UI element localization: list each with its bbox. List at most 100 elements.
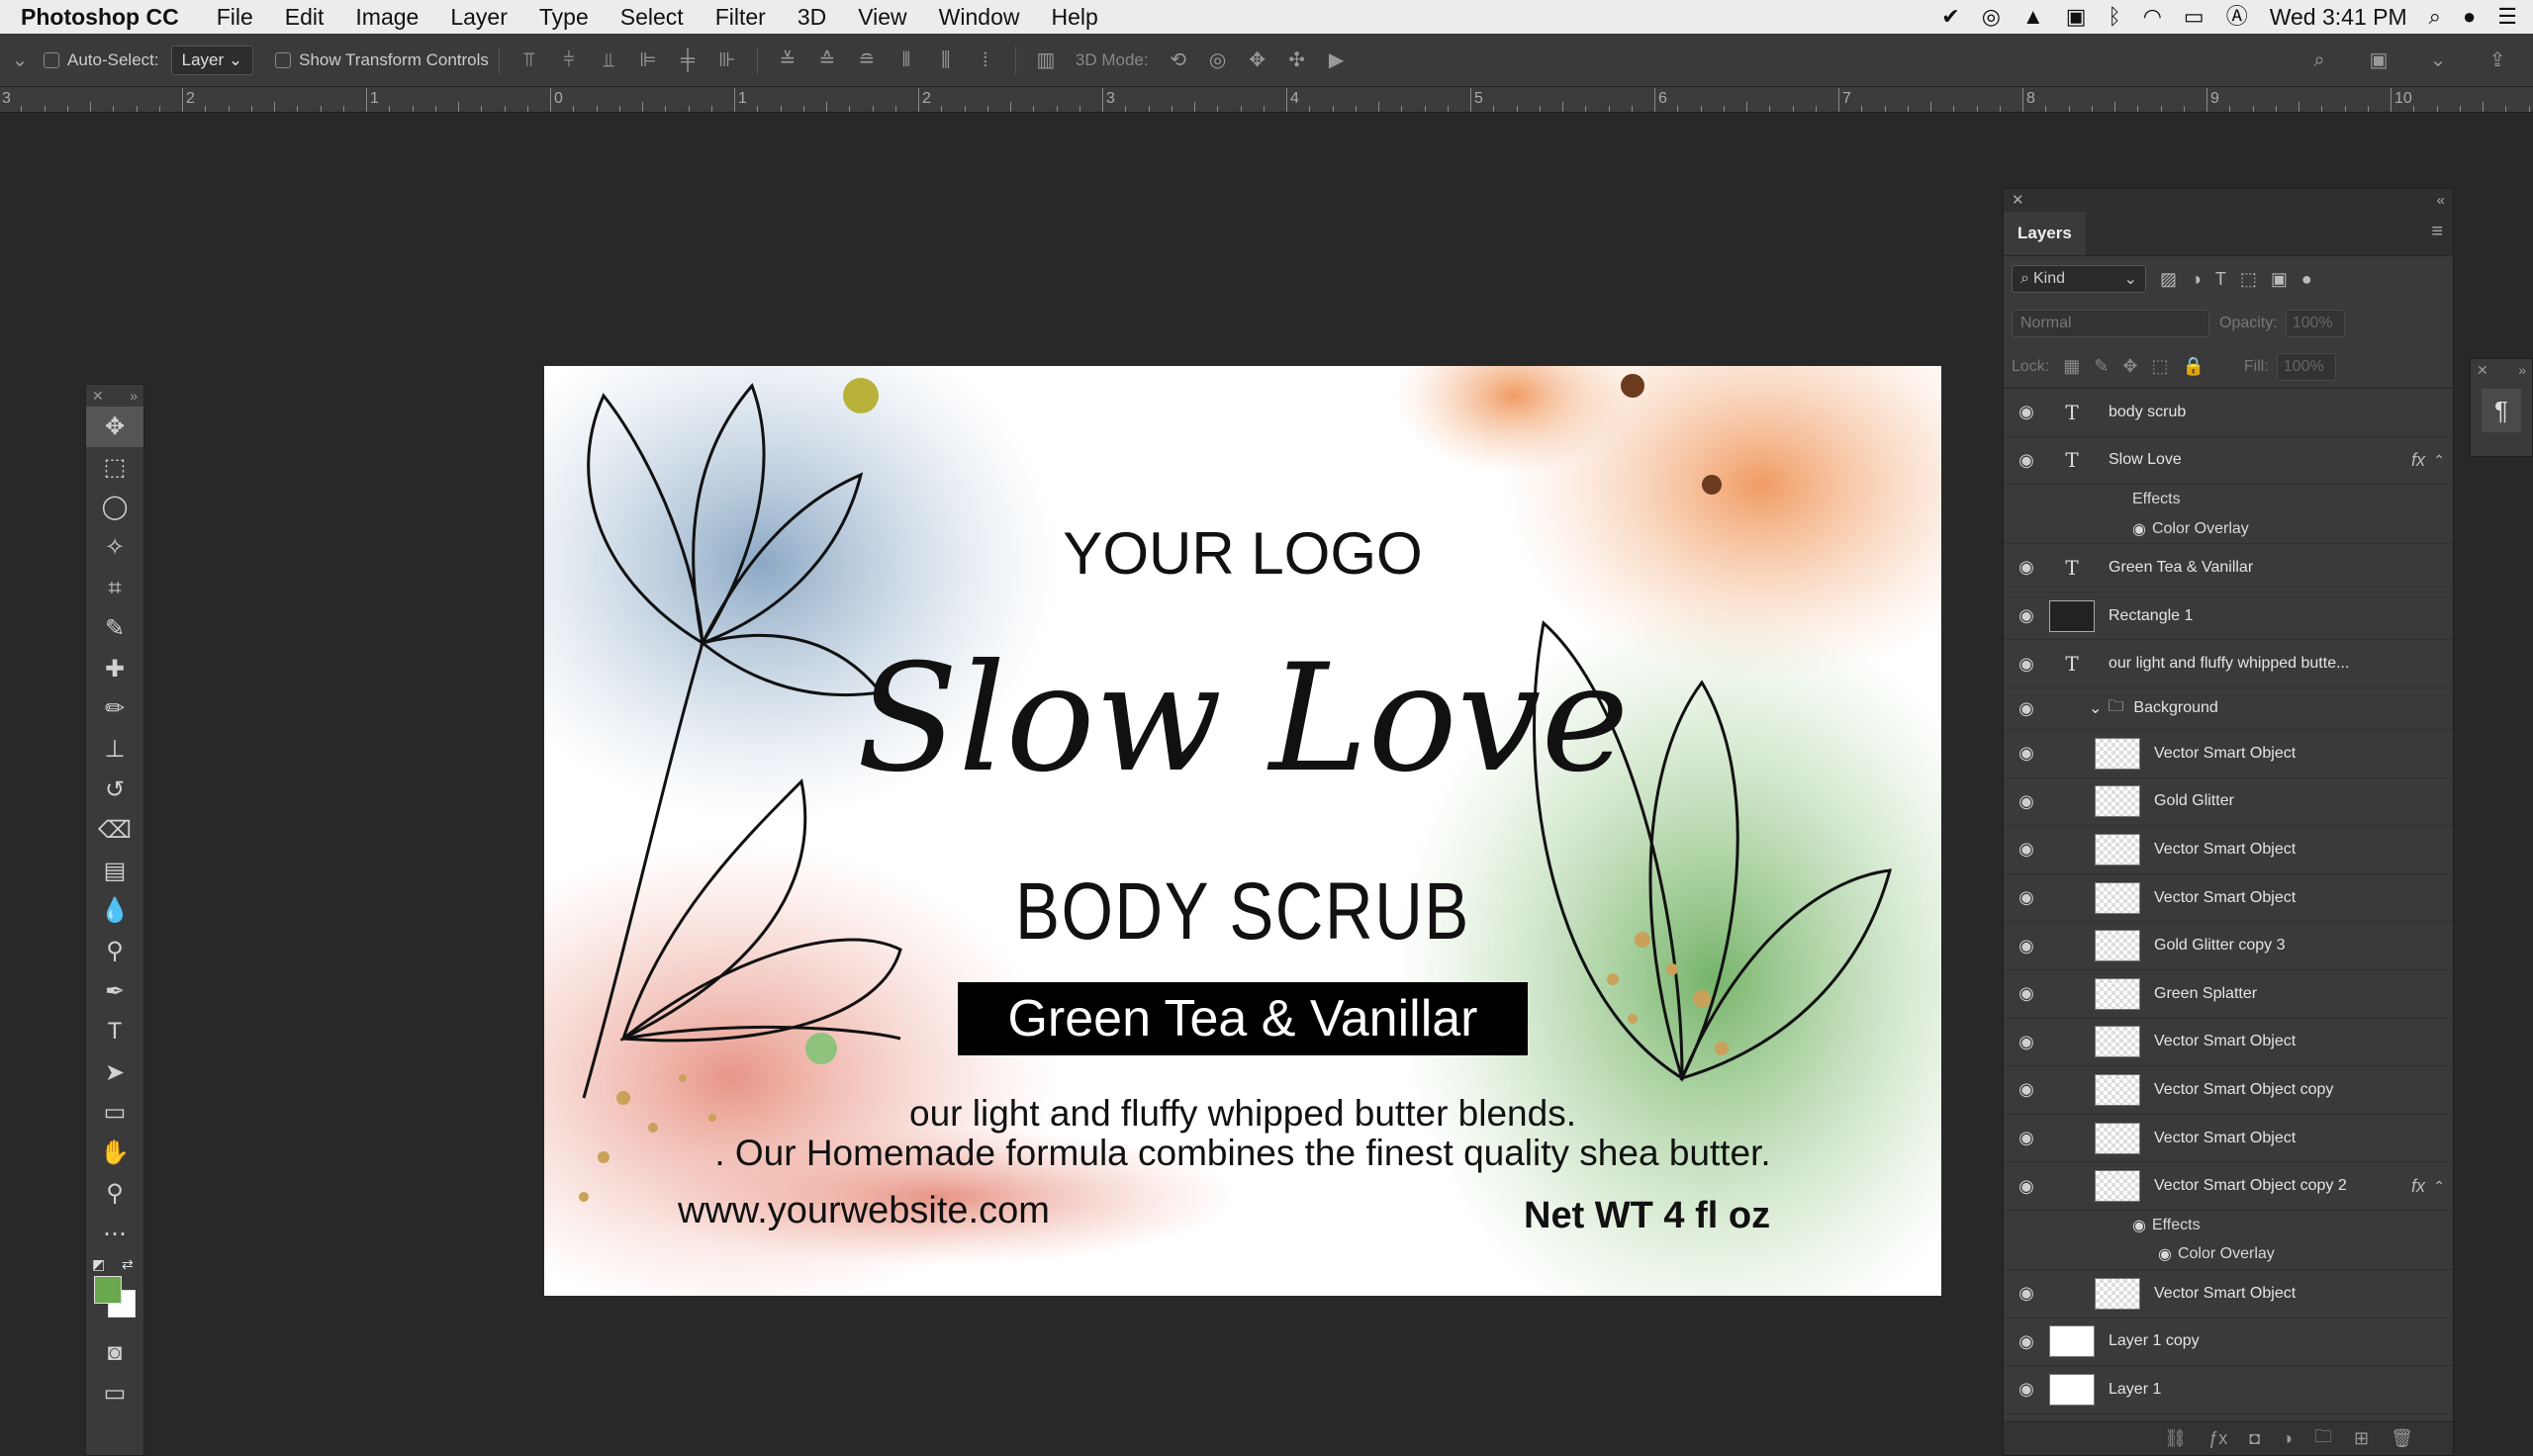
- 3d-orbit-icon[interactable]: ⟲: [1167, 48, 1190, 72]
- close-icon[interactable]: ✕: [2012, 191, 2024, 209]
- healing-brush-tool-icon[interactable]: ✚: [86, 649, 143, 689]
- distribute-vcenter-icon[interactable]: ≙: [815, 48, 839, 72]
- filter-smart-object-icon[interactable]: ▣: [2271, 269, 2288, 290]
- visibility-eye-icon[interactable]: ◉: [2004, 1331, 2049, 1352]
- visibility-eye-icon[interactable]: ◉: [2004, 1176, 2049, 1197]
- spotlight-search-icon[interactable]: ⌕: [2429, 0, 2441, 34]
- quick-mask-icon[interactable]: ◙: [86, 1333, 143, 1374]
- filter-shape-icon[interactable]: ⬚: [2240, 269, 2257, 290]
- marquee-tool-icon[interactable]: ⬚: [86, 447, 143, 488]
- visibility-eye-icon[interactable]: ◉: [2004, 1128, 2049, 1148]
- app-name-menu[interactable]: Photoshop CC: [10, 4, 201, 31]
- layer-row[interactable]: ◉ Layer 1: [2004, 1366, 2453, 1414]
- visibility-eye-icon[interactable]: ◉: [2004, 450, 2049, 471]
- menu-layer[interactable]: Layer: [434, 4, 523, 31]
- screen-mode-icon[interactable]: ▭: [86, 1374, 143, 1414]
- align-right-icon[interactable]: ⊪: [715, 48, 739, 72]
- hand-tool-icon[interactable]: ✋: [86, 1133, 143, 1173]
- layer-row[interactable]: ◉ Layer 1 copy: [2004, 1319, 2453, 1367]
- kind-filter-dropdown[interactable]: ⌕ Kind ⌄: [2012, 265, 2146, 293]
- battery-icon[interactable]: ▭: [2184, 0, 2205, 34]
- menu-edit[interactable]: Edit: [269, 4, 340, 31]
- search-icon[interactable]: ⌕: [2307, 48, 2331, 72]
- default-colors-icon[interactable]: ◩: [92, 1256, 105, 1273]
- align-bottom-icon[interactable]: ⫫: [597, 48, 620, 72]
- lock-artboard-icon[interactable]: ⬚: [2151, 356, 2168, 377]
- layer-effects-icon[interactable]: fx: [2411, 1176, 2425, 1197]
- visibility-eye-icon[interactable]: ◉: [2004, 654, 2049, 675]
- 3d-slide-icon[interactable]: ✣: [1285, 48, 1309, 72]
- visibility-eye-icon[interactable]: ◉: [2004, 1079, 2049, 1100]
- expand-icon[interactable]: »: [130, 388, 138, 404]
- history-brush-tool-icon[interactable]: ↺: [86, 770, 143, 810]
- menu-3d[interactable]: 3D: [782, 4, 842, 31]
- visibility-eye-icon[interactable]: ◉: [2004, 698, 2049, 719]
- blend-mode-dropdown[interactable]: Normal: [2012, 310, 2209, 337]
- distribute-top-icon[interactable]: ≚: [776, 48, 799, 72]
- layer-row[interactable]: ◉ Vector Smart Object: [2004, 874, 2453, 923]
- new-layer-icon[interactable]: ⊞: [2354, 1428, 2369, 1449]
- menu-help[interactable]: Help: [1035, 4, 1113, 31]
- dodge-tool-icon[interactable]: ⚲: [86, 931, 143, 971]
- effect-item-row[interactable]: ◉ Color Overlay: [2004, 1240, 2453, 1270]
- rectangle-tool-icon[interactable]: ▭: [86, 1093, 143, 1134]
- paragraph-icon[interactable]: ¶: [2482, 389, 2521, 432]
- layer-row[interactable]: ◉ Vector Smart Object: [2004, 730, 2453, 778]
- 3d-scale-icon[interactable]: ▶: [1325, 48, 1349, 72]
- layer-row[interactable]: ◉ T Green Tea & Vanillar: [2004, 544, 2453, 592]
- layer-row[interactable]: ◉ Rectangle 1: [2004, 592, 2453, 641]
- visibility-eye-icon[interactable]: ◉: [2004, 839, 2049, 860]
- new-adjustment-layer-icon[interactable]: ◑: [2282, 1428, 2293, 1449]
- gradient-tool-icon[interactable]: ▤: [86, 851, 143, 891]
- layer-row[interactable]: ◉ Gold Glitter: [2004, 778, 2453, 827]
- opacity-field[interactable]: 100%: [2285, 310, 2345, 337]
- 3d-pan-icon[interactable]: ✥: [1246, 48, 1269, 72]
- add-layer-style-icon[interactable]: ƒx: [2208, 1428, 2227, 1449]
- notification-center-icon[interactable]: ☰: [2497, 0, 2517, 34]
- layer-row[interactable]: ◉ T body scrub: [2004, 389, 2453, 437]
- pen-tool-icon[interactable]: ✒: [86, 971, 143, 1012]
- align-left-icon[interactable]: ⊫: [636, 48, 660, 72]
- wd-icon[interactable]: ▣: [2066, 0, 2087, 34]
- distribute-bottom-icon[interactable]: ≘: [855, 48, 879, 72]
- lasso-tool-icon[interactable]: ◯: [86, 488, 143, 528]
- layer-row[interactable]: ◉ Vector Smart Object: [2004, 1270, 2453, 1319]
- zoom-tool-icon[interactable]: ⚲: [86, 1173, 143, 1214]
- crop-tool-icon[interactable]: ⌗: [86, 568, 143, 608]
- lock-all-icon[interactable]: 🔒: [2182, 356, 2204, 377]
- document-canvas[interactable]: YOUR LOGO Slow Love BODY SCRUB Green Tea…: [544, 366, 1941, 1296]
- eyedropper-tool-icon[interactable]: ✎: [86, 608, 143, 649]
- collapse-effects-icon[interactable]: ⌃: [2433, 452, 2445, 469]
- share-icon[interactable]: ⇪: [2486, 48, 2509, 72]
- filter-toggle-icon[interactable]: ●: [2301, 269, 2312, 290]
- tool-preset-chevron-icon[interactable]: ⌄: [8, 48, 32, 72]
- visibility-eye-icon[interactable]: ◉: [2004, 791, 2049, 812]
- delete-layer-icon[interactable]: 🗑: [2391, 1428, 2413, 1449]
- effects-row[interactable]: ◉ Effects: [2004, 1211, 2453, 1240]
- lock-position-icon[interactable]: ✥: [2122, 356, 2137, 377]
- visibility-eye-icon[interactable]: ◉: [2004, 887, 2049, 908]
- lock-transparent-icon[interactable]: ▦: [2063, 356, 2080, 377]
- visibility-eye-icon[interactable]: ◉: [2004, 1379, 2049, 1400]
- menu-view[interactable]: View: [842, 4, 922, 31]
- effects-visibility-eye-icon[interactable]: ◉: [2132, 1216, 2146, 1235]
- align-vcenter-icon[interactable]: ⫩: [557, 48, 581, 72]
- collapse-icon[interactable]: «: [2437, 192, 2445, 209]
- more-tools-icon[interactable]: ⋯: [86, 1214, 143, 1254]
- move-tool-icon[interactable]: ✥: [86, 407, 143, 447]
- effect-visibility-eye-icon[interactable]: ◉: [2158, 1244, 2172, 1264]
- swap-colors-icon[interactable]: ⇄: [122, 1256, 134, 1273]
- drive-icon[interactable]: ▲: [2022, 0, 2044, 34]
- menubar-clock[interactable]: Wed 3:41 PM: [2270, 4, 2407, 31]
- layer-effects-icon[interactable]: fx: [2411, 450, 2425, 471]
- input-source-icon[interactable]: Ⓐ: [2226, 0, 2248, 34]
- distribute-left-icon[interactable]: ⦀: [894, 48, 918, 72]
- distribute-right-icon[interactable]: ⦙: [974, 48, 997, 72]
- lock-image-icon[interactable]: ✎: [2094, 356, 2109, 377]
- close-icon[interactable]: ✕: [2477, 362, 2488, 379]
- visibility-eye-icon[interactable]: ◉: [2004, 743, 2049, 764]
- add-mask-icon[interactable]: ◘: [2249, 1428, 2260, 1449]
- fill-field[interactable]: 100%: [2276, 352, 2336, 381]
- magic-wand-tool-icon[interactable]: ✧: [86, 527, 143, 568]
- layer-row[interactable]: ◉ Vector Smart Object: [2004, 826, 2453, 874]
